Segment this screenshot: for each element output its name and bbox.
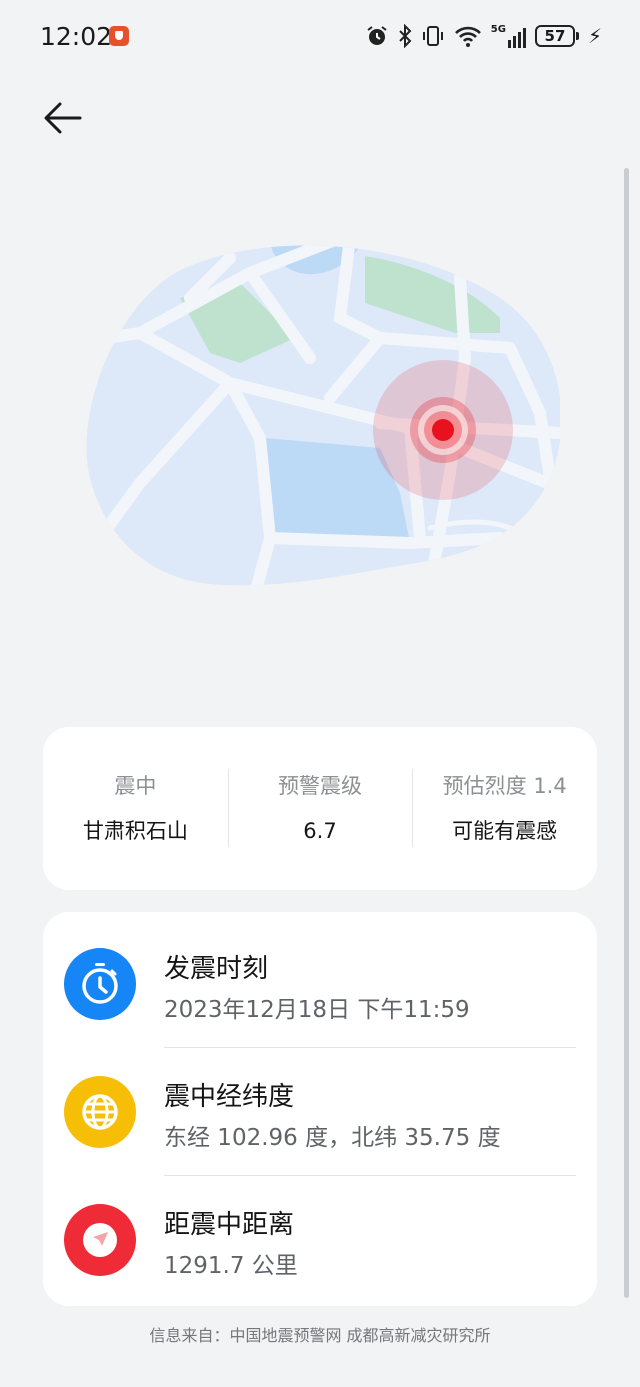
status-icons: 5G 57 ⚡ — [365, 22, 602, 50]
bluetooth-icon — [399, 24, 412, 48]
intensity-label: 预估烈度 1.4 — [442, 774, 567, 798]
status-bar: 12:02 5G 57 ⚡ — [0, 0, 640, 72]
distance-title: 距震中距离 — [164, 1210, 295, 1240]
intensity-summary: 预估烈度 1.4 可能有震感 — [412, 727, 597, 890]
magnitude-value: 6.7 — [303, 819, 337, 843]
vibrate-icon — [422, 26, 443, 46]
battery-tip — [575, 32, 579, 40]
coordinates-row: 震中经纬度 东经 102.96 度，北纬 35.75 度 — [43, 1040, 597, 1168]
navigation-icon — [64, 1204, 136, 1276]
arrow-left-icon — [44, 102, 82, 134]
epicenter-value: 甘肃积石山 — [82, 819, 188, 843]
distance-row: 距震中距离 1291.7 公里 — [43, 1168, 597, 1296]
alarm-icon — [367, 26, 387, 45]
epicenter-marker — [432, 419, 454, 441]
source-note: 信息来自：中国地震预警网 成都高新减灾研究所 — [149, 1326, 491, 1345]
epicenter-label: 震中 — [114, 774, 157, 798]
coordinates-value: 东经 102.96 度，北纬 35.75 度 — [164, 1125, 501, 1151]
epicenter-map — [86, 245, 560, 586]
battery-icon: 57 — [534, 25, 575, 47]
globe-icon — [64, 1076, 136, 1148]
details-card: 发震时刻 2023年12月18日 下午11:59 震中经纬度 东经 102.96… — [43, 912, 597, 1306]
app-notification-icon — [109, 26, 129, 46]
charging-icon: ⚡ — [587, 24, 602, 48]
wifi-icon — [454, 26, 481, 47]
magnitude-summary: 预警震级 6.7 — [227, 727, 413, 890]
back-button[interactable] — [40, 96, 88, 140]
origin-time-title: 发震时刻 — [164, 954, 269, 984]
intensity-value: 可能有震感 — [452, 819, 558, 843]
origin-time-row: 发震时刻 2023年12月18日 下午11:59 — [43, 912, 597, 1040]
origin-time-value: 2023年12月18日 下午11:59 — [164, 997, 470, 1023]
network-label: 5G — [490, 24, 506, 35]
signal-icon: 5G — [491, 24, 526, 48]
scrollbar[interactable] — [624, 168, 629, 1298]
status-time: 12:02 — [40, 22, 113, 51]
coordinates-title: 震中经纬度 — [164, 1082, 295, 1112]
epicenter-summary: 震中 甘肃积石山 — [43, 727, 228, 890]
distance-value: 1291.7 公里 — [164, 1253, 298, 1279]
clock-icon — [64, 948, 136, 1020]
magnitude-label: 预警震级 — [278, 774, 362, 798]
summary-card: 震中 甘肃积石山 预警震级 6.7 预估烈度 1.4 可能有震感 — [43, 727, 597, 890]
